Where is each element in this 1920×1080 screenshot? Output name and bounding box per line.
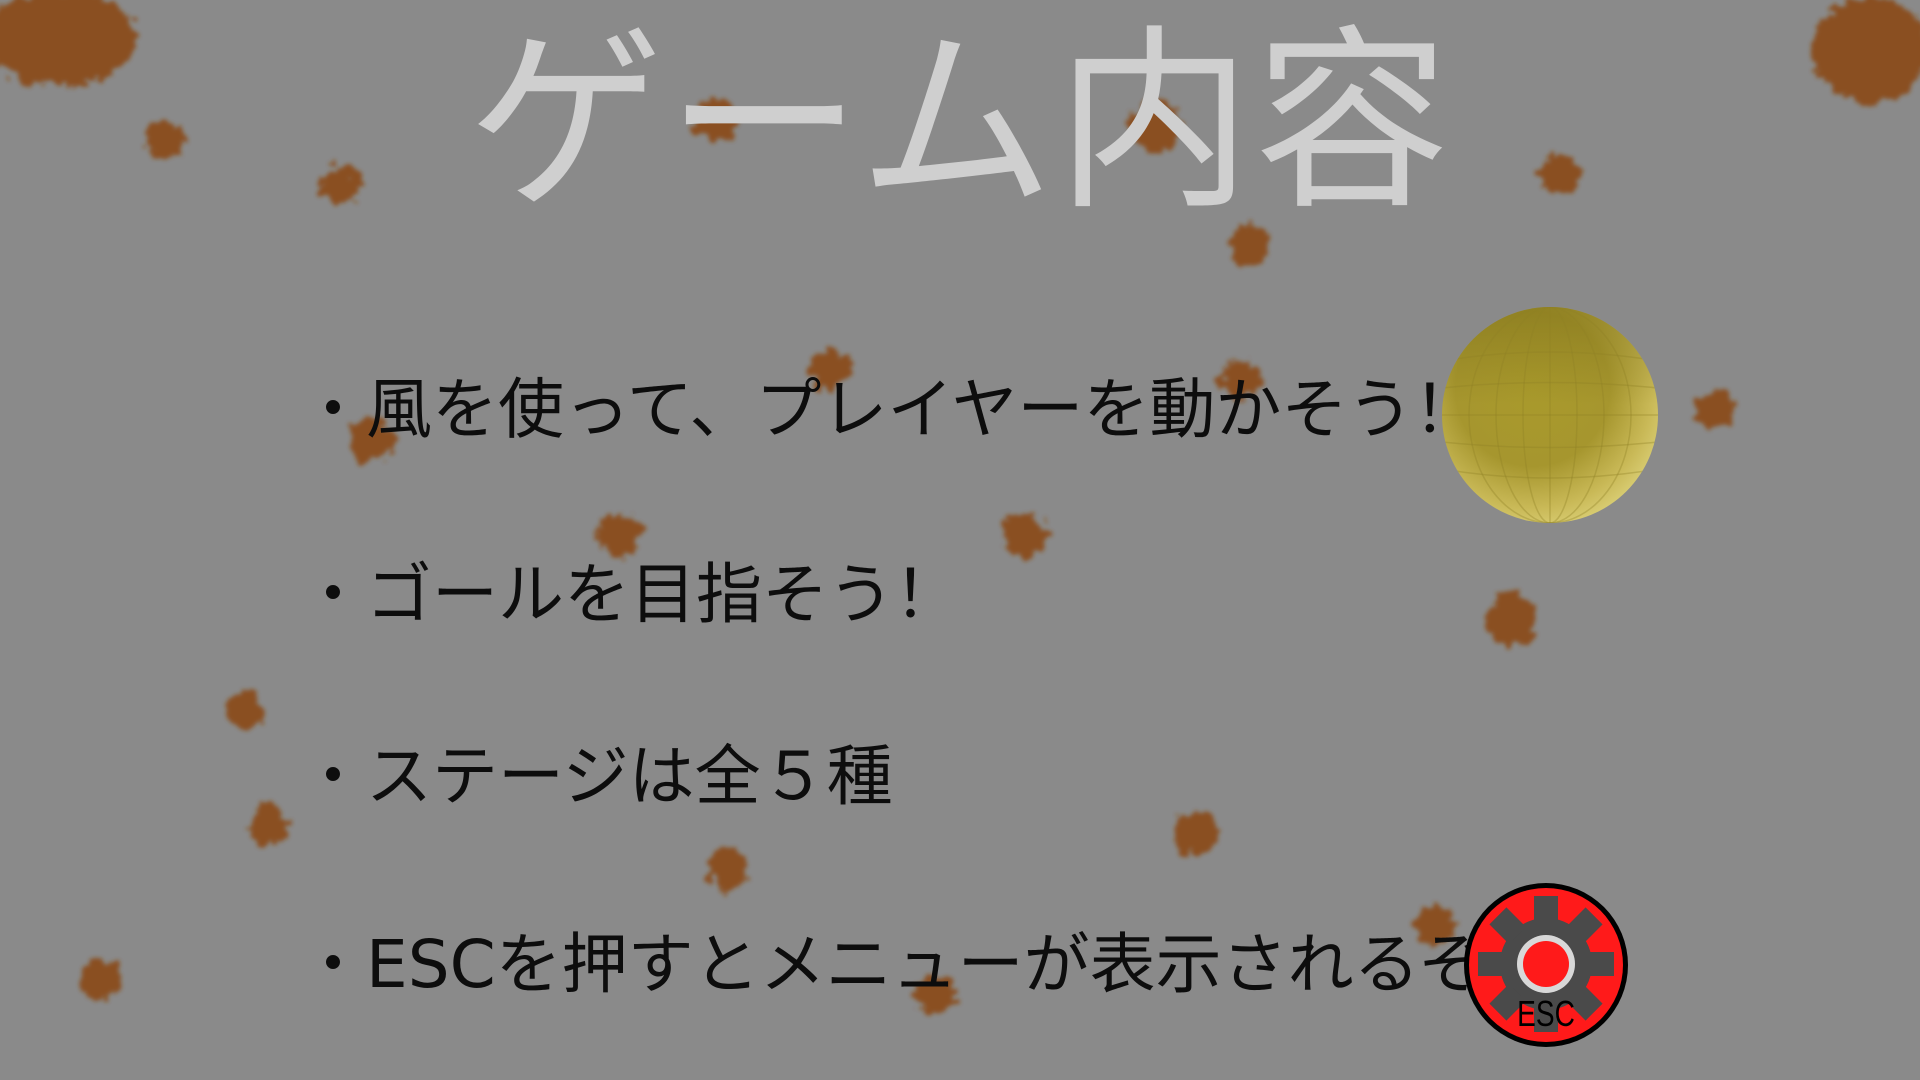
esc-icon-label: ESC <box>1517 994 1575 1034</box>
instruction-wind: ・風を使って、プレイヤーを動かそう！→ <box>300 371 1535 448</box>
player-ball-icon <box>1442 307 1658 523</box>
page-title: ゲーム内容 <box>467 9 1453 237</box>
instruction-goal: ・ゴールを目指そう！ <box>300 556 960 633</box>
instruction-stages: ・ステージは全５種 <box>300 738 893 815</box>
instruction-esc-menu: ・ESCを押すとメニューが表示されるぞ→ <box>300 926 1541 1003</box>
esc-gear-icon: ESC <box>1464 883 1628 1047</box>
